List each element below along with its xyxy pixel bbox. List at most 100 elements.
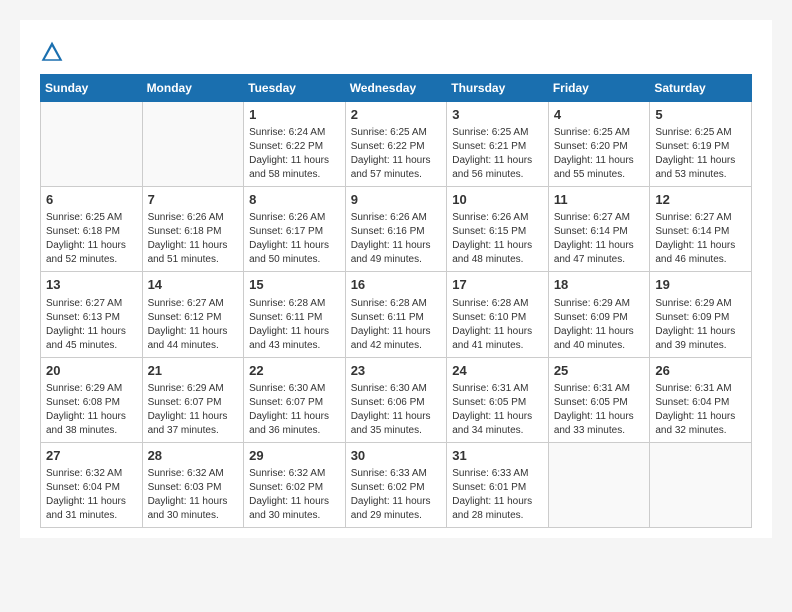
day-number: 12 xyxy=(655,191,746,209)
day-number: 17 xyxy=(452,276,543,294)
day-number: 11 xyxy=(554,191,645,209)
calendar-day-cell: 12 Sunrise: 6:27 AM Sunset: 6:14 PM Dayli… xyxy=(650,187,752,272)
day-number: 5 xyxy=(655,106,746,124)
calendar-day-cell: 4 Sunrise: 6:25 AM Sunset: 6:20 PM Daylig… xyxy=(548,102,650,187)
calendar-day-header: Tuesday xyxy=(244,75,346,102)
day-info: Sunrise: 6:25 AM Sunset: 6:21 PM Dayligh… xyxy=(452,126,543,182)
logo xyxy=(40,40,68,64)
calendar-day-header: Monday xyxy=(142,75,244,102)
calendar-day-cell: 7 Sunrise: 6:26 AM Sunset: 6:18 PM Daylig… xyxy=(142,187,244,272)
day-info: Sunrise: 6:25 AM Sunset: 6:20 PM Dayligh… xyxy=(554,126,645,182)
calendar-day-cell: 26 Sunrise: 6:31 AM Sunset: 6:04 PM Dayli… xyxy=(650,357,752,442)
calendar-day-header: Saturday xyxy=(650,75,752,102)
day-number: 8 xyxy=(249,191,340,209)
calendar-day-cell: 5 Sunrise: 6:25 AM Sunset: 6:19 PM Daylig… xyxy=(650,102,752,187)
calendar-day-header: Thursday xyxy=(447,75,549,102)
calendar-day-cell: 6 Sunrise: 6:25 AM Sunset: 6:18 PM Daylig… xyxy=(41,187,143,272)
day-number: 9 xyxy=(351,191,442,209)
day-info: Sunrise: 6:25 AM Sunset: 6:22 PM Dayligh… xyxy=(351,126,442,182)
calendar-day-cell: 10 Sunrise: 6:26 AM Sunset: 6:15 PM Dayli… xyxy=(447,187,549,272)
calendar-week-row: 6 Sunrise: 6:25 AM Sunset: 6:18 PM Daylig… xyxy=(41,187,752,272)
day-number: 14 xyxy=(148,276,239,294)
calendar-day-cell: 25Sunrise: 6:31 AM Sunset: 6:05 PM Dayli… xyxy=(548,357,650,442)
calendar-day-cell: 9Sunrise: 6:26 AM Sunset: 6:16 PM Daylig… xyxy=(345,187,447,272)
day-info: Sunrise: 6:25 AM Sunset: 6:19 PM Dayligh… xyxy=(655,126,746,182)
calendar-week-row: 13 Sunrise: 6:27 AM Sunset: 6:13 PM Dayli… xyxy=(41,272,752,357)
calendar-day-cell: 3 Sunrise: 6:25 AM Sunset: 6:21 PM Daylig… xyxy=(447,102,549,187)
day-number: 10 xyxy=(452,191,543,209)
header xyxy=(40,40,752,64)
calendar-day-cell: 21 Sunrise: 6:29 AM Sunset: 6:07 PM Dayli… xyxy=(142,357,244,442)
calendar-week-row: 27 Sunrise: 6:32 AM Sunset: 6:04 PM Dayli… xyxy=(41,442,752,527)
day-info: Sunrise: 6:27 AM Sunset: 6:14 PM Dayligh… xyxy=(554,211,645,267)
day-info: Sunrise: 6:28 AM Sunset: 6:11 PM Dayligh… xyxy=(249,297,340,353)
day-number: 23 xyxy=(351,362,442,380)
calendar-day-cell: 29 Sunrise: 6:32 AM Sunset: 6:02 PM Dayli… xyxy=(244,442,346,527)
calendar-day-cell: 31Sunrise: 6:33 AM Sunset: 6:01 PM Dayli… xyxy=(447,442,549,527)
day-number: 2 xyxy=(351,106,442,124)
calendar-day-cell xyxy=(142,102,244,187)
day-number: 29 xyxy=(249,447,340,465)
calendar-day-cell: 20Sunrise: 6:29 AM Sunset: 6:08 PM Dayli… xyxy=(41,357,143,442)
calendar-day-cell: 17 Sunrise: 6:28 AM Sunset: 6:10 PM Dayli… xyxy=(447,272,549,357)
day-number: 15 xyxy=(249,276,340,294)
calendar-header-row: SundayMondayTuesdayWednesdayThursdayFrid… xyxy=(41,75,752,102)
calendar-week-row: 20Sunrise: 6:29 AM Sunset: 6:08 PM Dayli… xyxy=(41,357,752,442)
calendar-day-cell: 22Sunrise: 6:30 AM Sunset: 6:07 PM Dayli… xyxy=(244,357,346,442)
day-info: Sunrise: 6:27 AM Sunset: 6:12 PM Dayligh… xyxy=(148,297,239,353)
day-number: 3 xyxy=(452,106,543,124)
day-info: Sunrise: 6:30 AM Sunset: 6:06 PM Dayligh… xyxy=(351,382,442,438)
calendar-table: SundayMondayTuesdayWednesdayThursdayFrid… xyxy=(40,74,752,528)
page: SundayMondayTuesdayWednesdayThursdayFrid… xyxy=(20,20,772,538)
day-number: 31 xyxy=(452,447,543,465)
day-info: Sunrise: 6:28 AM Sunset: 6:10 PM Dayligh… xyxy=(452,297,543,353)
day-number: 27 xyxy=(46,447,137,465)
calendar-day-cell xyxy=(650,442,752,527)
calendar-week-row: 1Sunrise: 6:24 AM Sunset: 6:22 PM Daylig… xyxy=(41,102,752,187)
day-number: 21 xyxy=(148,362,239,380)
calendar-day-cell: 8Sunrise: 6:26 AM Sunset: 6:17 PM Daylig… xyxy=(244,187,346,272)
calendar-day-cell: 28 Sunrise: 6:32 AM Sunset: 6:03 PM Dayli… xyxy=(142,442,244,527)
day-number: 20 xyxy=(46,362,137,380)
day-info: Sunrise: 6:32 AM Sunset: 6:04 PM Dayligh… xyxy=(46,467,137,523)
day-number: 22 xyxy=(249,362,340,380)
day-info: Sunrise: 6:32 AM Sunset: 6:02 PM Dayligh… xyxy=(249,467,340,523)
day-number: 6 xyxy=(46,191,137,209)
day-info: Sunrise: 6:27 AM Sunset: 6:14 PM Dayligh… xyxy=(655,211,746,267)
day-number: 16 xyxy=(351,276,442,294)
day-number: 26 xyxy=(655,362,746,380)
calendar-day-cell: 15 Sunrise: 6:28 AM Sunset: 6:11 PM Dayli… xyxy=(244,272,346,357)
calendar-day-cell: 27 Sunrise: 6:32 AM Sunset: 6:04 PM Dayli… xyxy=(41,442,143,527)
day-info: Sunrise: 6:24 AM Sunset: 6:22 PM Dayligh… xyxy=(249,126,340,182)
day-info: Sunrise: 6:31 AM Sunset: 6:05 PM Dayligh… xyxy=(452,382,543,438)
day-number: 7 xyxy=(148,191,239,209)
calendar-day-cell: 30Sunrise: 6:33 AM Sunset: 6:02 PM Dayli… xyxy=(345,442,447,527)
day-info: Sunrise: 6:25 AM Sunset: 6:18 PM Dayligh… xyxy=(46,211,137,267)
logo-icon xyxy=(40,40,64,64)
calendar-day-cell: 23 Sunrise: 6:30 AM Sunset: 6:06 PM Dayli… xyxy=(345,357,447,442)
calendar-day-cell: 11 Sunrise: 6:27 AM Sunset: 6:14 PM Dayli… xyxy=(548,187,650,272)
calendar-day-header: Sunday xyxy=(41,75,143,102)
calendar-day-cell: 2 Sunrise: 6:25 AM Sunset: 6:22 PM Daylig… xyxy=(345,102,447,187)
day-info: Sunrise: 6:33 AM Sunset: 6:02 PM Dayligh… xyxy=(351,467,442,523)
day-number: 4 xyxy=(554,106,645,124)
calendar-day-cell: 18 Sunrise: 6:29 AM Sunset: 6:09 PM Dayli… xyxy=(548,272,650,357)
calendar-day-cell xyxy=(41,102,143,187)
day-info: Sunrise: 6:29 AM Sunset: 6:07 PM Dayligh… xyxy=(148,382,239,438)
day-number: 13 xyxy=(46,276,137,294)
day-number: 24 xyxy=(452,362,543,380)
calendar-day-cell: 1Sunrise: 6:24 AM Sunset: 6:22 PM Daylig… xyxy=(244,102,346,187)
calendar-day-cell: 13 Sunrise: 6:27 AM Sunset: 6:13 PM Dayli… xyxy=(41,272,143,357)
calendar-day-cell: 19Sunrise: 6:29 AM Sunset: 6:09 PM Dayli… xyxy=(650,272,752,357)
day-info: Sunrise: 6:26 AM Sunset: 6:18 PM Dayligh… xyxy=(148,211,239,267)
day-info: Sunrise: 6:32 AM Sunset: 6:03 PM Dayligh… xyxy=(148,467,239,523)
calendar-day-header: Wednesday xyxy=(345,75,447,102)
day-info: Sunrise: 6:26 AM Sunset: 6:15 PM Dayligh… xyxy=(452,211,543,267)
calendar-day-cell: 16 Sunrise: 6:28 AM Sunset: 6:11 PM Dayli… xyxy=(345,272,447,357)
day-number: 18 xyxy=(554,276,645,294)
day-number: 28 xyxy=(148,447,239,465)
day-info: Sunrise: 6:27 AM Sunset: 6:13 PM Dayligh… xyxy=(46,297,137,353)
day-info: Sunrise: 6:28 AM Sunset: 6:11 PM Dayligh… xyxy=(351,297,442,353)
day-info: Sunrise: 6:31 AM Sunset: 6:04 PM Dayligh… xyxy=(655,382,746,438)
day-info: Sunrise: 6:29 AM Sunset: 6:09 PM Dayligh… xyxy=(554,297,645,353)
